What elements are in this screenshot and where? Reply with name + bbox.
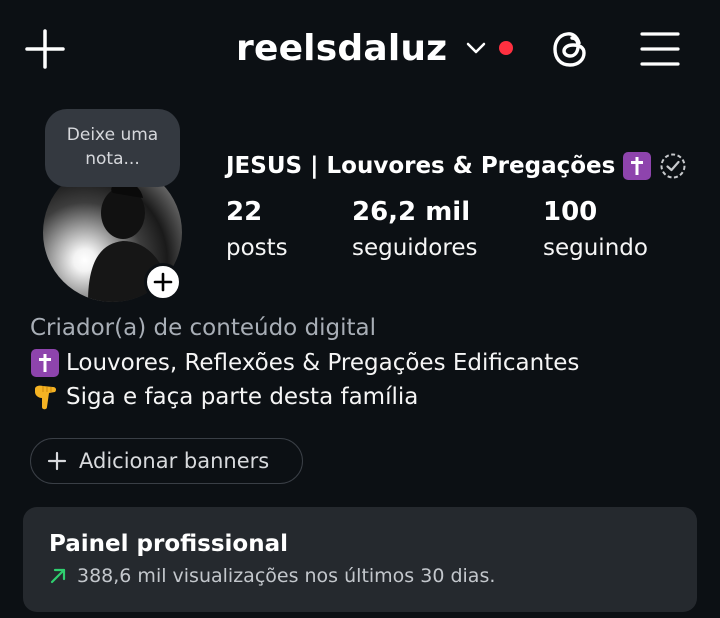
profile-category: Criador(a) de conteúdo digital [30, 315, 377, 341]
note-placeholder-line2: nota... [85, 149, 140, 169]
plus-icon [153, 272, 173, 292]
bio-line-2-text: Siga e faça parte desta família [66, 384, 419, 410]
notification-dot [499, 41, 514, 55]
cross-icon [631, 157, 644, 175]
threads-icon [553, 32, 586, 67]
username: reelsdaluz [236, 27, 448, 69]
plus-icon [47, 451, 67, 471]
dashboard-subtitle-row: 388,6 mil visualizações nos últimos 30 d… [49, 565, 495, 587]
note-bubble[interactable]: Deixe uma nota... [45, 109, 180, 187]
menu-button[interactable] [640, 30, 680, 68]
pointing-down-emoji [30, 382, 60, 412]
trend-up-arrow-icon [50, 568, 66, 584]
display-name-row: JESUS | Louvores & Pregações [226, 146, 687, 186]
bio-line-1-text: Louvores, Reflexões & Pregações Edifican… [66, 350, 580, 376]
display-name: JESUS | Louvores & Pregações [226, 153, 616, 179]
latin-cross-emoji [623, 152, 652, 180]
cross-icon [39, 354, 51, 372]
add-story-button[interactable] [144, 263, 182, 301]
stat-following-value: 100 [543, 197, 598, 227]
bio-line: Siga e faça parte desta família [30, 382, 418, 412]
stat-posts-value: 22 [226, 197, 263, 227]
stat-following[interactable]: 100 seguindo [543, 197, 648, 261]
create-button[interactable] [24, 28, 66, 70]
latin-cross-emoji [30, 348, 60, 378]
stat-followers-value: 26,2 mil [352, 197, 471, 227]
account-switcher[interactable]: reelsdaluz [236, 22, 514, 74]
professional-dashboard-card[interactable]: Painel profissional 388,6 mil visualizaç… [23, 507, 697, 612]
stat-posts-label: posts [226, 235, 288, 261]
threads-button[interactable] [548, 26, 592, 72]
stat-followers[interactable]: 26,2 mil seguidores [352, 197, 477, 261]
dashboard-title: Painel profissional [49, 531, 289, 557]
hamburger-menu-icon [640, 32, 680, 66]
bio-line: Louvores, Reflexões & Pregações Edifican… [30, 348, 579, 378]
add-banners-label: Adicionar banners [79, 449, 270, 473]
add-banners-button[interactable]: Adicionar banners [30, 438, 303, 484]
verified-badge-icon[interactable] [659, 152, 687, 180]
plus-icon [25, 29, 65, 69]
stat-followers-label: seguidores [352, 235, 478, 261]
top-bar: reelsdaluz [0, 0, 720, 96]
pointing-down-hand-icon [35, 385, 57, 410]
stat-following-label: seguindo [543, 235, 648, 261]
note-placeholder-line1: Deixe uma [66, 125, 159, 145]
chevron-down-icon [467, 42, 486, 54]
stat-posts[interactable]: 22 posts [226, 197, 288, 261]
dashboard-views-text: 388,6 mil visualizações nos últimos 30 d… [77, 565, 496, 587]
